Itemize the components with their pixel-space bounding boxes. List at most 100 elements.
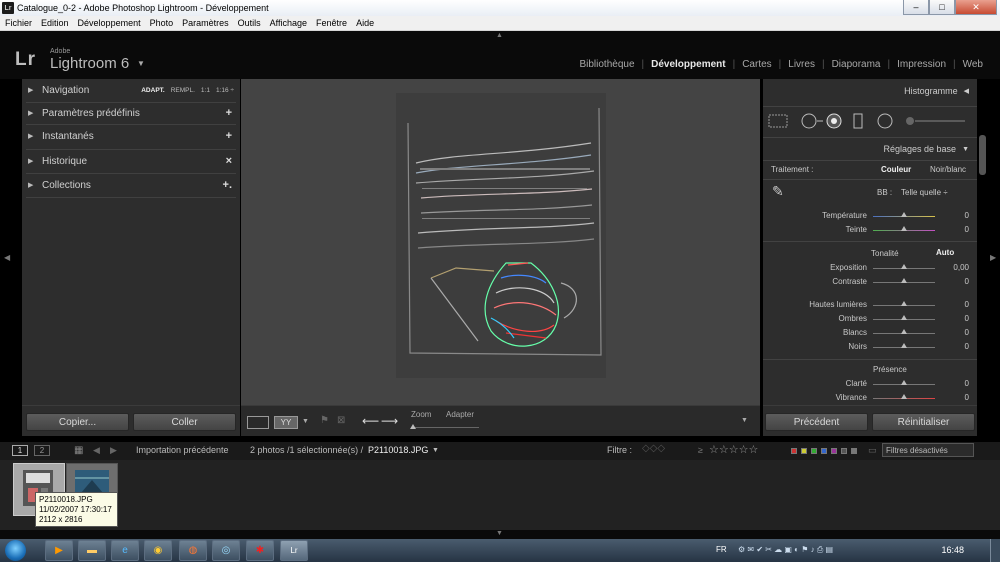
main-window-button[interactable]: 1 — [12, 445, 28, 456]
start-button[interactable] — [5, 540, 26, 561]
shadows-value[interactable]: 0 — [943, 314, 969, 323]
color-label-purple[interactable] — [831, 448, 837, 454]
module-bibliotheque[interactable]: Bibliothèque — [574, 59, 639, 70]
graduated-filter-icon[interactable] — [853, 113, 863, 129]
adjustment-brush-icon[interactable] — [906, 117, 914, 125]
compare-dropdown-icon[interactable]: ▼ — [302, 418, 309, 425]
source-dropdown-icon[interactable]: ▼ — [432, 447, 439, 454]
clarity-value[interactable]: 0 — [943, 379, 969, 388]
menu-photo[interactable]: Photo — [145, 18, 178, 28]
top-panel-toggle-icon[interactable]: ▲ — [496, 32, 503, 39]
toolbar-menu-icon[interactable]: ▼ — [741, 417, 748, 424]
temperature-value[interactable]: 0 — [943, 211, 969, 220]
color-label-blue[interactable] — [821, 448, 827, 454]
menu-fichier[interactable]: Fichier — [0, 18, 36, 28]
blacks-slider-knob[interactable] — [901, 343, 907, 348]
lock-icon[interactable]: ▭ — [868, 445, 877, 456]
previous-settings-button[interactable]: Précédent — [765, 413, 868, 431]
before-after-button[interactable]: YY — [274, 416, 298, 429]
menu-parametres[interactable]: Paramètres — [177, 18, 233, 28]
basic-header[interactable]: Réglages de base ▼ — [763, 139, 977, 159]
filmstrip-forward-icon[interactable]: ▶ — [110, 445, 117, 456]
menu-affichage[interactable]: Affichage — [265, 18, 311, 28]
module-livres[interactable]: Livres — [783, 59, 820, 70]
lightroom-taskbar-icon[interactable]: Lr — [280, 540, 308, 561]
copy-settings-button[interactable]: Copier... — [26, 413, 129, 431]
tint-value[interactable]: 0 — [943, 225, 969, 234]
color-label-other[interactable] — [851, 448, 857, 454]
auto-tone-button[interactable]: Auto — [936, 248, 954, 257]
show-desktop-button[interactable] — [990, 539, 1000, 562]
contrast-value[interactable]: 0 — [943, 277, 969, 286]
menu-outils[interactable]: Outils — [233, 18, 265, 28]
add-collection-icon[interactable]: +. — [223, 179, 232, 191]
maximize-button[interactable]: □ — [929, 0, 955, 15]
vibrance-slider-knob[interactable] — [901, 394, 907, 399]
snapshots-header[interactable]: ▶ Instantanés + — [22, 125, 240, 147]
radial-filter-icon[interactable] — [877, 113, 893, 129]
color-label-red[interactable] — [791, 448, 797, 454]
module-developpement[interactable]: Développement — [646, 59, 730, 70]
zoom-option-1-1[interactable]: 1:1 — [201, 87, 210, 94]
right-panel-toggle-icon[interactable]: ▶ — [990, 253, 996, 262]
module-impression[interactable]: Impression — [892, 59, 951, 70]
chrome-icon[interactable]: ◉ — [144, 540, 172, 561]
color-label-none[interactable] — [841, 448, 847, 454]
globe-app-icon[interactable]: ◎ — [212, 540, 240, 561]
clarity-slider-knob[interactable] — [901, 380, 907, 385]
menu-edition[interactable]: Edition — [36, 18, 73, 28]
temperature-slider-knob[interactable] — [901, 212, 907, 217]
treatment-color-option[interactable]: Couleur — [881, 165, 911, 174]
zoom-value[interactable]: Adapter — [446, 410, 474, 419]
flag-filter-icons[interactable]: ◇◇◇ — [642, 443, 665, 454]
reject-flag-icon[interactable]: ⊠ — [337, 415, 345, 426]
clear-history-icon[interactable]: × — [226, 155, 232, 167]
filmstrip-toggle-icon[interactable]: ▼ — [496, 530, 503, 537]
secondary-window-button[interactable]: 2 — [34, 445, 50, 456]
zoom-slider-knob[interactable] — [410, 424, 416, 429]
color-label-green[interactable] — [811, 448, 817, 454]
whites-slider-knob[interactable] — [901, 329, 907, 334]
presets-header[interactable]: ▶ Paramètres prédéfinis + — [22, 102, 240, 124]
source-label[interactable]: Importation précédente — [136, 445, 229, 455]
navigator-header[interactable]: ▶ Navigation ADAPT. REMPL. 1:1 1:16 ÷ — [22, 79, 240, 101]
exposure-slider-knob[interactable] — [901, 264, 907, 269]
module-diaporama[interactable]: Diaporama — [827, 59, 886, 70]
paste-settings-button[interactable]: Coller — [133, 413, 236, 431]
contrast-slider-knob[interactable] — [901, 278, 907, 283]
filter-preset-dropdown[interactable]: Filtres désactivés — [882, 443, 974, 457]
system-tray-icons[interactable]: ⚙ ✉ ✔ ✂ ☁ ▣ ◐ ⚑ ♪ ⎙ ▤ — [738, 545, 833, 555]
history-header[interactable]: ▶ Historique × — [22, 150, 240, 172]
clock[interactable]: 16:48 — [941, 545, 964, 555]
rating-stars[interactable]: ☆☆☆☆☆ — [709, 443, 758, 456]
add-preset-icon[interactable]: + — [226, 107, 232, 119]
next-photo-icon[interactable]: ⟶ — [381, 414, 398, 428]
loupe-view-button[interactable] — [247, 416, 269, 429]
language-indicator[interactable]: FR — [716, 545, 727, 554]
menu-aide[interactable]: Aide — [351, 18, 378, 28]
whites-value[interactable]: 0 — [943, 328, 969, 337]
add-snapshot-icon[interactable]: + — [226, 130, 232, 142]
reset-button[interactable]: Réinitialiser — [872, 413, 975, 431]
shadows-slider-knob[interactable] — [901, 315, 907, 320]
previous-photo-icon[interactable]: ⟵ — [362, 414, 379, 428]
rating-comparator[interactable]: ≥ — [698, 445, 703, 455]
internet-explorer-icon[interactable]: e — [111, 540, 139, 561]
filmstrip-back-icon[interactable]: ◀ — [93, 445, 100, 456]
zoom-option-fit[interactable]: ADAPT. — [141, 87, 164, 94]
firefox-icon[interactable]: ◍ — [179, 540, 207, 561]
zoom-option-1-16[interactable]: 1:16 ÷ — [216, 87, 234, 94]
right-panel-scrollbar[interactable] — [979, 135, 986, 175]
white-balance-eyedropper-icon[interactable]: ✎ — [772, 183, 784, 200]
highlights-slider-knob[interactable] — [901, 301, 907, 306]
blacks-value[interactable]: 0 — [943, 342, 969, 351]
module-web[interactable]: Web — [958, 59, 988, 70]
spot-removal-icon[interactable] — [801, 113, 817, 129]
collections-header[interactable]: ▶ Collections +. — [22, 174, 240, 196]
file-explorer-icon[interactable]: ▬ — [78, 540, 106, 561]
identity-dropdown-icon[interactable]: ▼ — [137, 59, 145, 68]
color-label-yellow[interactable] — [801, 448, 807, 454]
minimize-button[interactable]: – — [903, 0, 929, 15]
histogram-header[interactable]: Histogramme ◀ — [763, 81, 977, 101]
left-panel-toggle-icon[interactable]: ◀ — [4, 253, 10, 262]
